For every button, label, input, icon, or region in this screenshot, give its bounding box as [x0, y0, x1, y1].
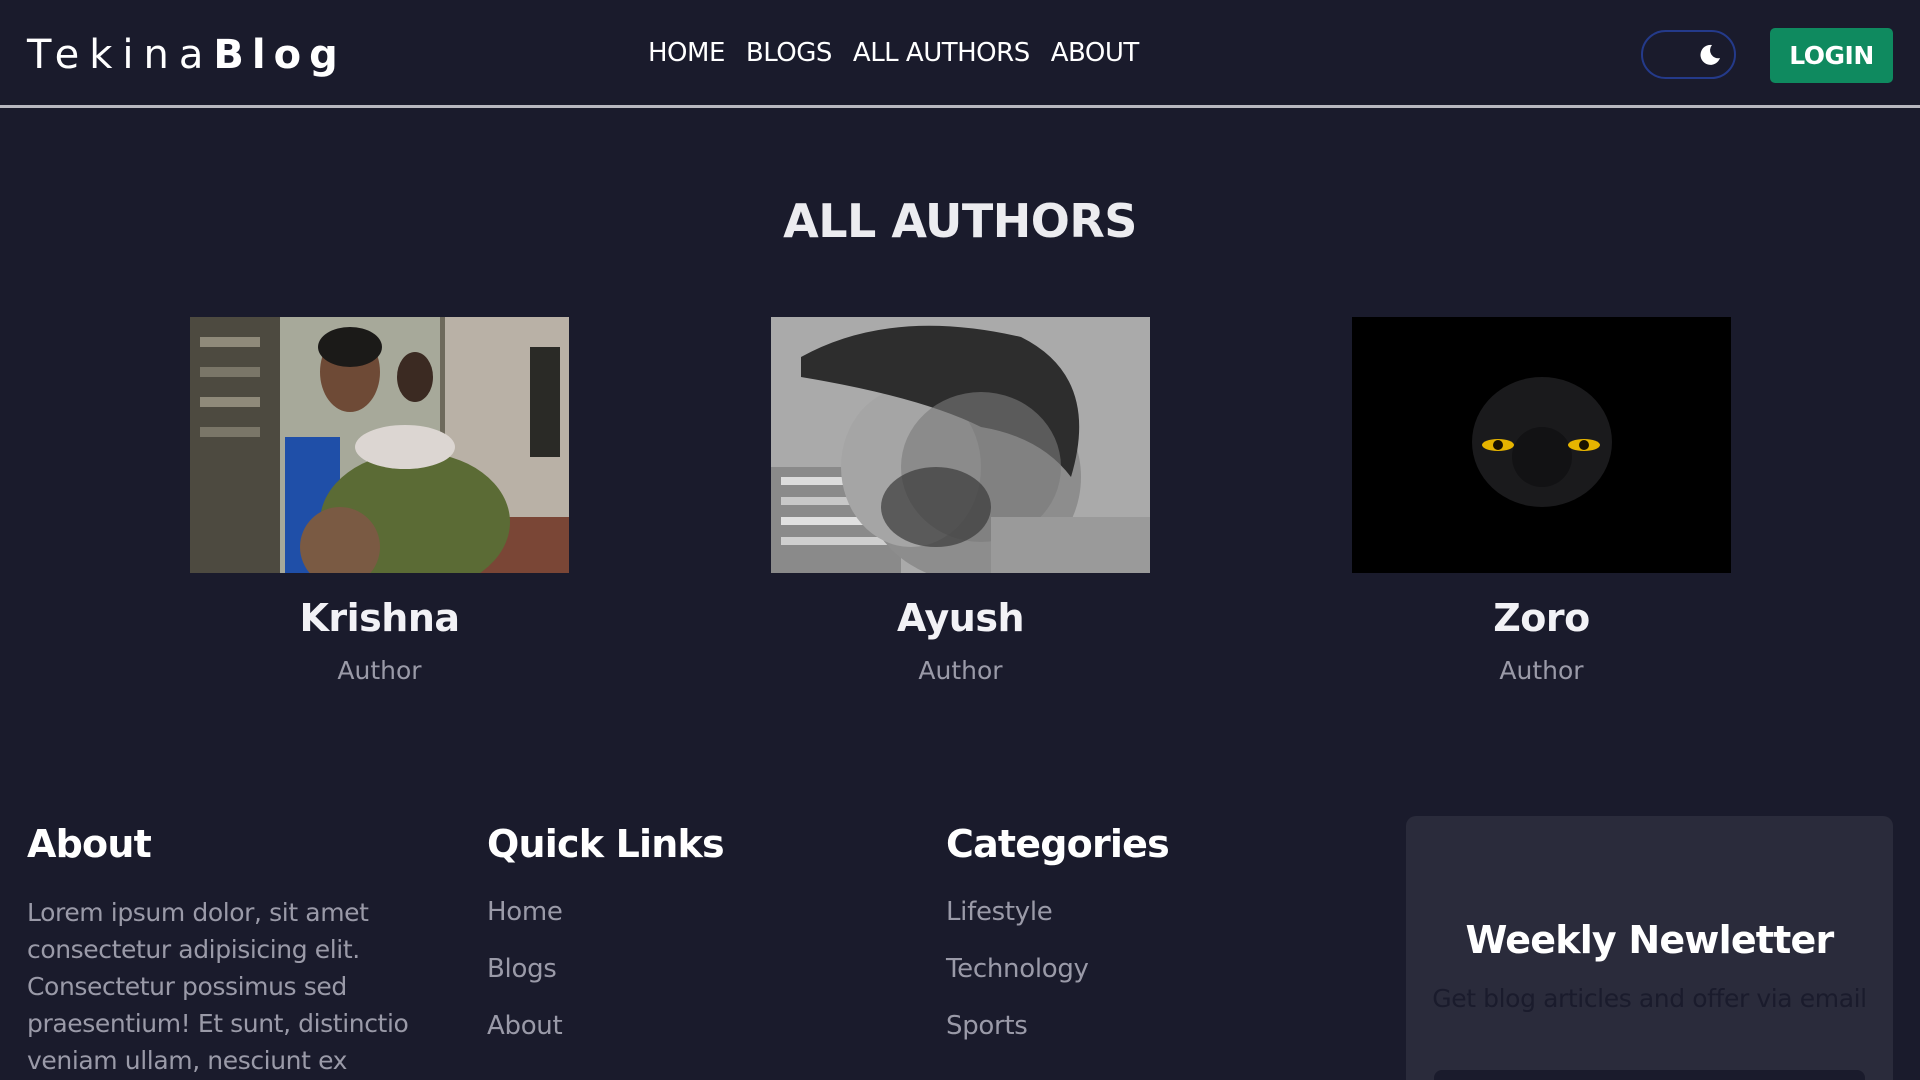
footer-quick-links: Quick Links Home Blogs About: [487, 820, 725, 1065]
list-item: Technology: [946, 951, 1169, 1008]
author-ayush-photo: [771, 317, 1150, 573]
list-item: About: [487, 1008, 724, 1065]
newsletter-email-input[interactable]: [1434, 1070, 1865, 1080]
theme-toggle[interactable]: [1641, 30, 1736, 79]
list-item: Sports: [946, 1008, 1169, 1065]
list-item: Blogs: [487, 951, 724, 1008]
author-role: Author: [1499, 656, 1584, 685]
categories-heading: Categories: [946, 822, 1170, 866]
footer-link-blogs[interactable]: Blogs: [487, 954, 557, 984]
categories-list: Lifestyle Technology Sports: [946, 894, 1169, 1065]
newsletter-title: Weekly Newletter: [1465, 918, 1835, 962]
nav-about[interactable]: ABOUT: [1051, 36, 1140, 70]
footer-about: About Lorem ipsum dolor, sit amet consec…: [27, 820, 427, 1079]
author-card[interactable]: Krishna Author: [190, 317, 569, 687]
nav-all-authors[interactable]: ALL AUTHORS: [853, 36, 1030, 70]
author-card[interactable]: Ayush Author: [771, 317, 1150, 687]
newsletter-subtitle: Get blog articles and offer via email: [1432, 984, 1867, 1013]
login-button[interactable]: LOGIN: [1770, 28, 1893, 83]
list-item: Lifestyle: [946, 894, 1169, 951]
logo-light-text: Tekina: [27, 32, 214, 78]
footer-categories: Categories Lifestyle Technology Sports: [946, 820, 1170, 1065]
nav-home[interactable]: HOME: [648, 36, 725, 70]
author-krishna-photo: [190, 317, 569, 573]
author-photo[interactable]: [190, 317, 569, 573]
author-photo[interactable]: [1352, 317, 1731, 573]
list-item: Home: [487, 894, 724, 951]
author-zoro-photo: [1352, 317, 1731, 573]
author-photo[interactable]: [771, 317, 1150, 573]
page-title: ALL AUTHORS: [783, 194, 1137, 248]
footer-link-about[interactable]: About: [487, 1011, 563, 1041]
footer-about-heading: About: [27, 822, 152, 866]
quick-links-heading: Quick Links: [487, 822, 725, 866]
site-logo[interactable]: TekinaBlog: [27, 30, 346, 80]
quick-links-list: Home Blogs About: [487, 894, 724, 1065]
site-header: TekinaBlog HOME BLOGS ALL AUTHORS ABOUT …: [0, 0, 1920, 108]
author-card[interactable]: Zoro Author: [1352, 317, 1731, 687]
newsletter-card: Weekly Newletter Get blog articles and o…: [1406, 816, 1893, 1080]
moon-icon: [1700, 44, 1720, 65]
author-role: Author: [337, 656, 422, 685]
category-link-lifestyle[interactable]: Lifestyle: [946, 897, 1053, 927]
author-role: Author: [918, 656, 1003, 685]
author-name: Ayush: [896, 596, 1025, 640]
author-name: Zoro: [1493, 596, 1590, 640]
footer-about-text: Lorem ipsum dolor, sit amet consectetur …: [27, 898, 409, 1075]
main-nav: HOME BLOGS ALL AUTHORS ABOUT: [648, 36, 1139, 70]
footer-link-home[interactable]: Home: [487, 897, 563, 927]
author-name: Krishna: [299, 596, 460, 640]
logo-bold-text: Blog: [213, 32, 346, 78]
category-link-technology[interactable]: Technology: [946, 954, 1089, 984]
nav-blogs[interactable]: BLOGS: [746, 36, 833, 70]
category-link-sports[interactable]: Sports: [946, 1011, 1028, 1041]
